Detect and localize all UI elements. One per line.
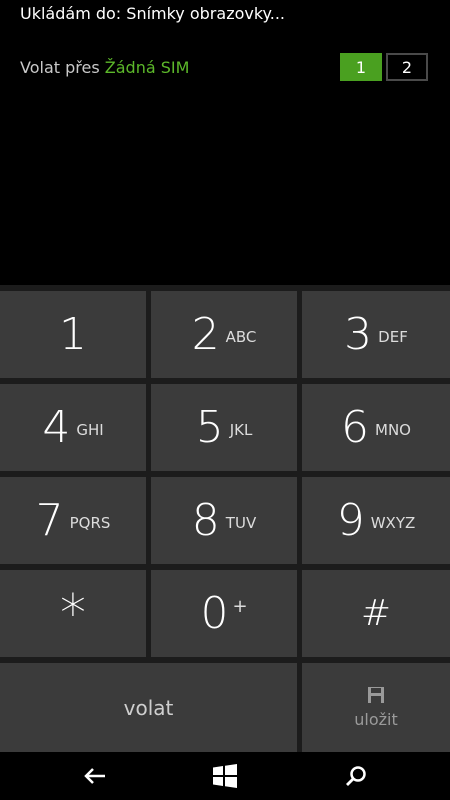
key-8[interactable]: 8 TUV (151, 477, 297, 564)
search-icon[interactable] (343, 764, 369, 788)
key-digit: * (60, 583, 86, 644)
sim-toggle: 1 2 (340, 53, 428, 81)
key-digit: 3 (344, 308, 373, 360)
keypad: 1 2 ABC 3 DEF 4 GHI 5 JKL 6 MNO 7 PQRS 8… (0, 285, 450, 752)
key-digit: 9 (336, 494, 365, 546)
key-letters: TUV (225, 513, 257, 532)
key-digit: 2 (191, 308, 220, 360)
windows-start-icon[interactable] (212, 764, 238, 788)
sim-1-button[interactable]: 1 (340, 53, 382, 81)
key-4[interactable]: 4 GHI (0, 384, 146, 471)
sim-2-button[interactable]: 2 (386, 53, 428, 81)
key-star[interactable]: * (0, 570, 146, 657)
save-icon (368, 687, 384, 703)
key-5[interactable]: 5 JKL (151, 384, 297, 471)
key-digit: 8 (191, 494, 220, 546)
key-6[interactable]: 6 MNO (302, 384, 450, 471)
save-label: uložit (354, 710, 398, 729)
key-letters: GHI (76, 420, 104, 439)
key-digit: # (360, 592, 392, 634)
key-1[interactable]: 1 (0, 291, 146, 378)
status-line: Ukládám do: Snímky obrazovky... (20, 4, 285, 23)
key-letters: DEF (378, 327, 408, 346)
sim-prefix: Volat přes (20, 58, 100, 77)
key-digit: 0 (200, 587, 229, 639)
sim-name[interactable]: Žádná SIM (105, 58, 190, 77)
key-letters: + (232, 596, 248, 617)
key-letters: MNO (375, 420, 411, 439)
key-0[interactable]: 0 + (151, 570, 297, 657)
back-icon[interactable] (82, 764, 108, 788)
call-button[interactable]: volat (0, 663, 297, 752)
key-digit: 1 (59, 308, 87, 360)
sim-row: Volat přes Žádná SIM (20, 58, 189, 77)
key-7[interactable]: 7 PQRS (0, 477, 146, 564)
key-digit: 5 (195, 401, 224, 453)
key-letters: WXYZ (370, 513, 416, 532)
key-letters: ABC (225, 327, 257, 346)
key-digit: 6 (341, 401, 369, 453)
key-letters: JKL (229, 420, 253, 439)
key-2[interactable]: 2 ABC (151, 291, 297, 378)
key-3[interactable]: 3 DEF (302, 291, 450, 378)
key-hash[interactable]: # (302, 570, 450, 657)
key-digit: 4 (42, 401, 71, 453)
save-button[interactable]: uložit (302, 663, 450, 752)
navbar (0, 752, 450, 800)
key-letters: PQRS (69, 513, 111, 532)
key-digit: 7 (35, 494, 64, 546)
key-9[interactable]: 9 WXYZ (302, 477, 450, 564)
